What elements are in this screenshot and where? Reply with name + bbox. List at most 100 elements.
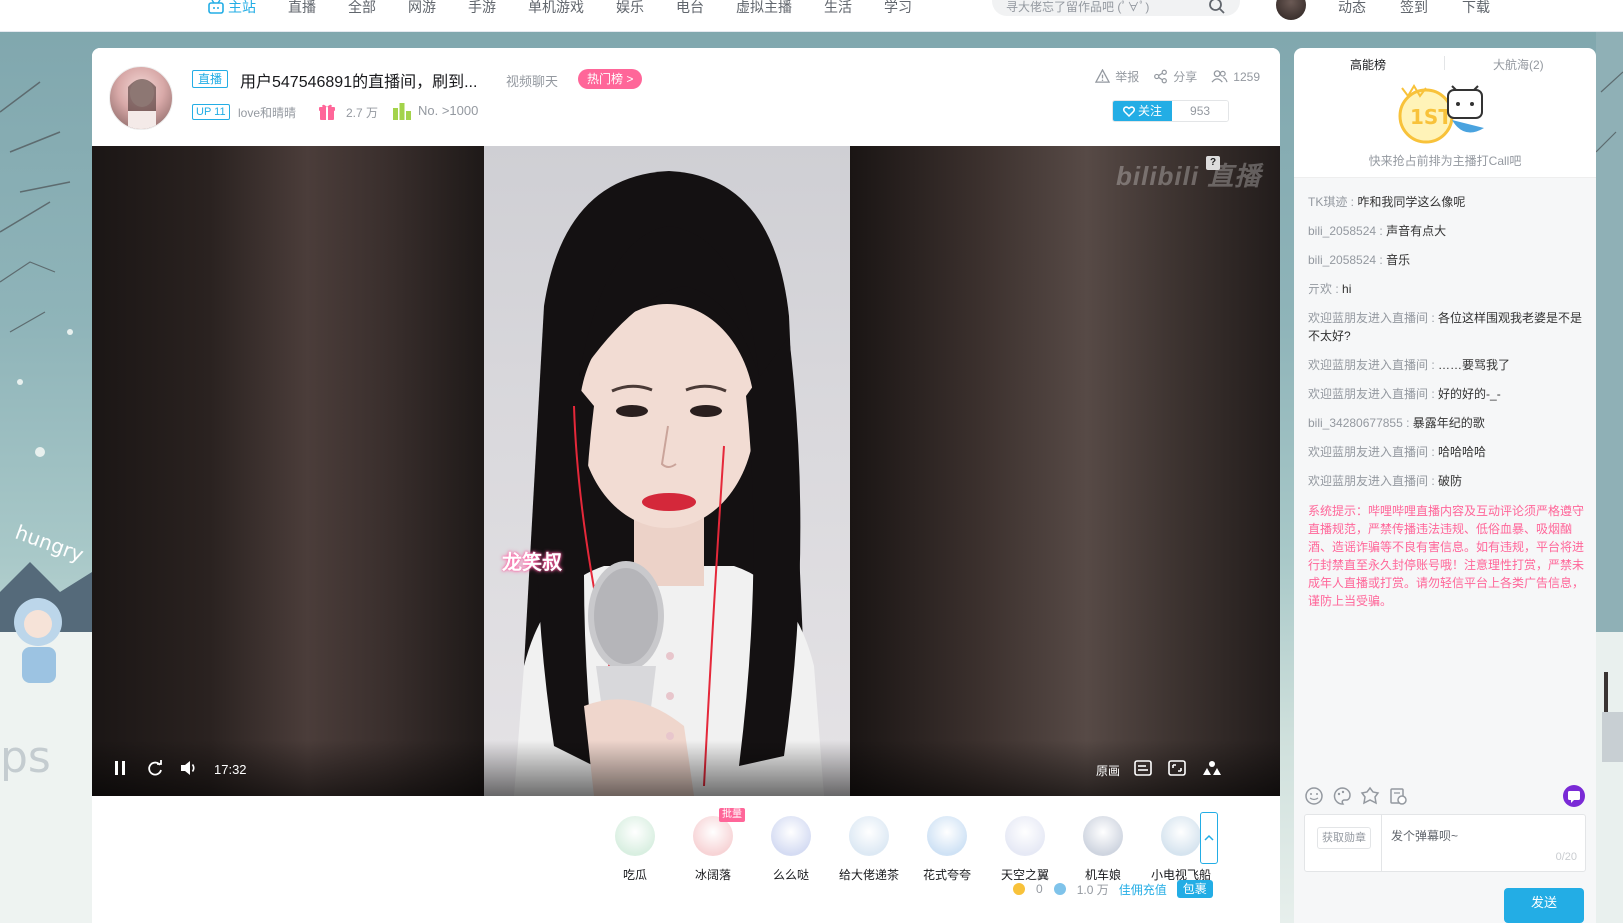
gift-item[interactable]: 花式夸夸 xyxy=(912,816,982,883)
tab-high-energy[interactable]: 高能榜 xyxy=(1350,56,1386,73)
fullscreen-icon[interactable] xyxy=(1202,760,1222,776)
up-name[interactable]: love和晴晴 xyxy=(238,104,296,121)
user-avatar[interactable] xyxy=(1276,0,1306,20)
tab-guard[interactable]: 大航海(2) xyxy=(1493,56,1544,73)
nav-right: 动态 签到 下载 xyxy=(1338,0,1524,17)
follow-button[interactable]: 关注 953 xyxy=(1112,100,1230,122)
danmaku-toggle-icon[interactable] xyxy=(1134,760,1152,776)
search-icon[interactable] xyxy=(1208,0,1226,15)
gift-item[interactable]: 吃瓜 xyxy=(600,816,670,883)
area-link[interactable]: 视频聊天 xyxy=(506,71,558,90)
gift-bar: 吃瓜 批量 冰阔落 么么哒 给大佬递茶 花式夸夸 天空之翼 机车娘 小电视飞船 0 1.0 万 … xyxy=(92,796,1280,923)
recharge-link[interactable]: 佳佣充值 xyxy=(1119,881,1167,898)
gold-coin-icon xyxy=(1013,883,1025,895)
gift-item[interactable]: 批量 冰阔落 xyxy=(678,808,748,883)
chat-username[interactable]: 欢迎蓝朋友进入直播间 xyxy=(1308,445,1428,459)
chat-username[interactable]: 欢迎蓝朋友进入直播间 xyxy=(1308,474,1428,488)
gift-image xyxy=(1083,816,1123,856)
gift-item[interactable]: 给大佬递茶 xyxy=(834,816,904,883)
video-blur-right xyxy=(850,146,1280,796)
video-player[interactable]: 龙笑叔 bilibili 直播 ? 17:32 原画 xyxy=(92,146,1280,796)
tool-settings-icon[interactable] xyxy=(1388,786,1408,806)
gift-expand-button[interactable] xyxy=(1200,812,1218,864)
chat-separator: : xyxy=(1376,224,1387,238)
nav-item-home[interactable]: 主站 xyxy=(208,0,256,17)
gift-image xyxy=(1161,816,1201,856)
gift-image xyxy=(927,816,967,856)
search-box[interactable]: 寻大佬忘了留作品吧 (ﾟ∀ﾟ) xyxy=(992,0,1240,16)
hot-rank-badge[interactable]: 热门榜 > xyxy=(578,69,643,89)
rank-text: No. >1000 xyxy=(418,103,479,118)
gift-name: 么么哒 xyxy=(772,868,809,882)
web-fullscreen-icon[interactable] xyxy=(1168,760,1186,776)
video-overlay-sticker: 龙笑叔 xyxy=(502,552,562,574)
chat-text: 破防 xyxy=(1438,474,1463,488)
palette-icon[interactable] xyxy=(1332,786,1352,806)
nav-item-vtuber[interactable]: 虚拟主播 xyxy=(736,0,792,17)
chat-message: 欢迎蓝朋友进入直播间 : 好的好的-_- xyxy=(1308,385,1586,403)
danmaku-input[interactable]: 获取勋章 发个弹幕呗~ 0/20 xyxy=(1304,814,1586,872)
get-medal-button[interactable]: 获取勋章 xyxy=(1317,827,1371,849)
chat-username[interactable]: bili_2058524 xyxy=(1308,253,1376,267)
rank-bars-icon xyxy=(393,103,411,120)
silver-coin-icon xyxy=(1053,883,1066,895)
nav-item-entertainment[interactable]: 娱乐 xyxy=(616,0,644,17)
chat-username[interactable]: bili_2058524 xyxy=(1308,224,1376,238)
package-button[interactable]: 包裹 xyxy=(1176,880,1213,898)
nav-item-online-games[interactable]: 网游 xyxy=(408,0,436,17)
svg-text:1ST: 1ST xyxy=(1410,105,1452,129)
report-label: 举报 xyxy=(1115,70,1140,84)
nav-item-live[interactable]: 直播 xyxy=(288,0,316,17)
nav-dynamics[interactable]: 动态 xyxy=(1338,0,1366,17)
gift-icon xyxy=(319,104,335,120)
chat-username[interactable]: 欢迎蓝朋友进入直播间 xyxy=(1308,311,1428,325)
chat-username[interactable]: 欢迎蓝朋友进入直播间 xyxy=(1308,358,1428,372)
nav-item-life[interactable]: 生活 xyxy=(824,0,852,17)
nav-item-study[interactable]: 学习 xyxy=(884,0,912,17)
share-button[interactable]: 分享 xyxy=(1153,68,1197,85)
chat-text: 哈哈哈哈 xyxy=(1438,445,1487,459)
chat-message: 欢迎蓝朋友进入直播间 : 各位这样围观我老婆是不是不太好? xyxy=(1308,309,1586,345)
pause-icon[interactable] xyxy=(112,760,128,776)
chat-separator: : xyxy=(1376,253,1387,267)
follow-action[interactable]: 关注 xyxy=(1113,101,1173,121)
up-level-tag: UP 11 xyxy=(192,104,230,120)
tab-divider xyxy=(1444,56,1445,70)
volume-icon[interactable] xyxy=(180,760,198,776)
refresh-icon[interactable] xyxy=(146,760,164,778)
gift-image xyxy=(771,816,811,856)
gift-name: 花式夸夸 xyxy=(922,868,971,882)
chat-separator: : xyxy=(1347,195,1358,209)
emoji-icon[interactable] xyxy=(1304,786,1324,806)
online-count-value: 1259 xyxy=(1233,69,1260,84)
nav-item-single-games[interactable]: 单机游戏 xyxy=(528,0,584,17)
nav-item-radio[interactable]: 电台 xyxy=(676,0,704,17)
chat-username[interactable]: 欢迎蓝朋友进入直播间 xyxy=(1308,387,1428,401)
chat-username[interactable]: 亓欢 xyxy=(1308,282,1332,296)
chat-message: bili_34280677855 : 暴露年纪的歌 xyxy=(1308,414,1586,432)
chat-text: ……要骂我了 xyxy=(1438,358,1511,372)
help-icon[interactable]: ? xyxy=(1206,156,1220,170)
gift-item[interactable]: 么么哒 xyxy=(756,816,826,883)
send-button[interactable]: 发送 xyxy=(1504,888,1584,923)
gold-coin-count: 0 xyxy=(1036,882,1043,896)
top-nav: 主站 直播 全部 网游 手游 单机游戏 娱乐 电台 虚拟主播 生活 学习 寻大佬… xyxy=(0,0,1623,32)
anchor-avatar[interactable] xyxy=(109,66,173,130)
heart-icon xyxy=(1123,105,1135,117)
report-button[interactable]: 举报 xyxy=(1095,68,1139,85)
nav-item-all[interactable]: 全部 xyxy=(348,0,376,17)
gift-item[interactable]: 机车娘 xyxy=(1068,816,1138,883)
bilibili-tv-icon xyxy=(208,0,224,14)
background-decoration-left: hungry ps xyxy=(0,32,92,923)
chat-username[interactable]: TK琪迹 xyxy=(1308,195,1347,209)
chat-text: 暴露年纪的歌 xyxy=(1412,416,1485,430)
chat-username[interactable]: bili_34280677855 xyxy=(1308,416,1403,430)
badge-icon[interactable] xyxy=(1360,786,1380,806)
message-icon[interactable] xyxy=(1562,784,1586,808)
nav-download[interactable]: 下载 xyxy=(1462,0,1490,17)
gift-item[interactable]: 天空之翼 xyxy=(990,816,1060,883)
nav-checkin[interactable]: 签到 xyxy=(1400,0,1428,17)
quality-selector[interactable]: 原画 xyxy=(1096,762,1120,779)
chat-message: 亓欢 : hi xyxy=(1308,280,1586,298)
nav-item-mobile-games[interactable]: 手游 xyxy=(468,0,496,17)
